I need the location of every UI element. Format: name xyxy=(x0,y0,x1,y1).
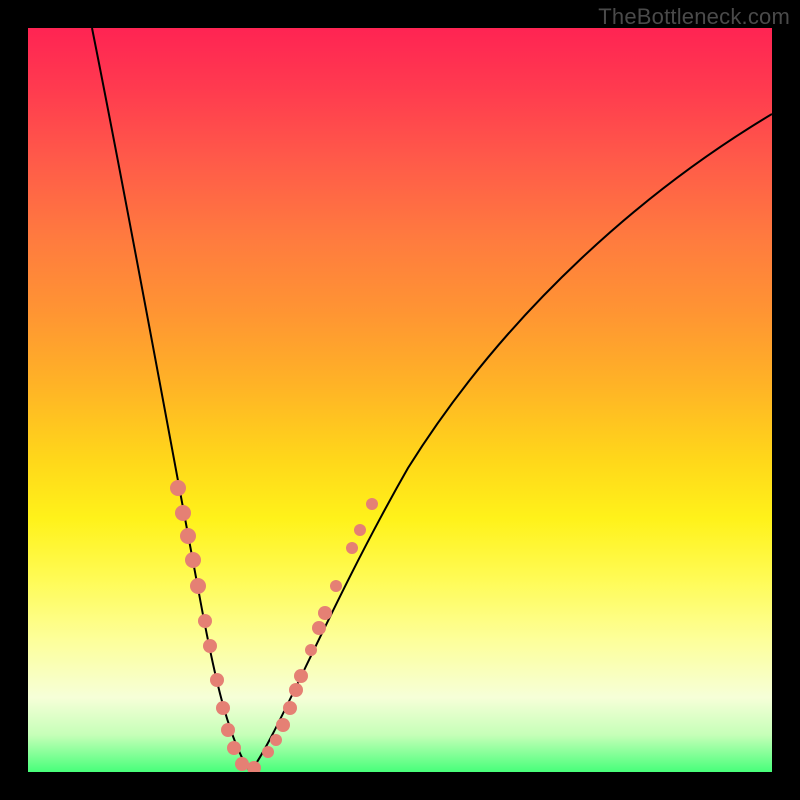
curve-right-branch xyxy=(250,114,772,772)
bottleneck-curve-svg xyxy=(28,28,772,772)
beads-right xyxy=(262,498,378,758)
plot-area xyxy=(28,28,772,772)
outer-frame: TheBottleneck.com xyxy=(0,0,800,800)
curve-left-branch xyxy=(92,28,250,772)
beads-left xyxy=(170,480,261,772)
watermark-text: TheBottleneck.com xyxy=(598,4,790,30)
